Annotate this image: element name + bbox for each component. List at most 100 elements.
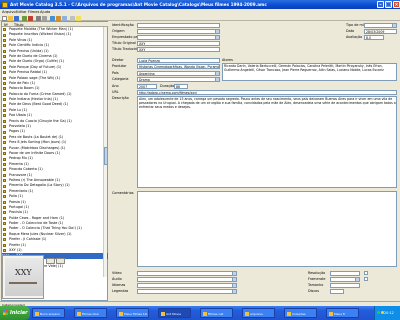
app-icon [286,312,291,316]
chevron-down-icon[interactable] [215,72,219,75]
chevron-down-icon[interactable] [232,290,236,293]
label-url: URL [112,90,119,94]
chevron-down-icon[interactable] [215,30,219,33]
movie-icon [3,157,6,161]
add-movie-icon[interactable] [22,15,27,21]
movie-list[interactable]: Paquete Maldita (The Wicker Man) (1) Paqu… [2,27,108,282]
atores-field[interactable]: Ricardo Darín, Valeria Bertuccelli, Germ… [222,63,397,81]
legendas-field[interactable] [137,289,237,294]
pais-field[interactable]: Argentina [137,71,220,76]
taskbar-item[interactable]: Filmes dow [74,308,107,318]
produtor-field[interactable]: Historias Cinematográficas, Wanda Vision… [137,64,220,69]
movie-icon [3,211,6,215]
movie-icon [3,55,6,59]
tamanho-field[interactable] [330,283,360,288]
header-title[interactable]: Título [14,23,24,27]
url-field[interactable]: http://adoro-cinema.com/filmes/xxy/ [137,90,397,95]
taskbar-item-label: Coleções [292,312,306,317]
taskbar-item[interactable]: Coleções [284,308,317,318]
categoria-field[interactable]: Drama [137,77,220,82]
movie-icon [3,130,6,134]
taskbar-item[interactable]: arquivos [242,308,275,318]
movie-icon [3,200,6,204]
label-avaliacao: Avaliação [346,35,363,39]
descricao-field[interactable]: Alex, um adolescente de 15 anos, carrega… [137,96,397,188]
movie-icon [3,82,6,86]
print-icon[interactable] [42,15,47,21]
movie-icon [3,125,6,129]
identificacao-field[interactable] [137,23,220,28]
menu-filmes[interactable]: Filmes [28,10,39,14]
start-button[interactable]: Iniciar [0,306,30,320]
save-icon[interactable] [14,15,19,21]
resolucao-field[interactable] [330,271,360,276]
scrollbar-thumb[interactable] [104,147,108,165]
chevron-down-icon[interactable] [232,272,236,275]
taskbar-item[interactable]: Meus filmes 19... [116,308,149,318]
new-catalog-icon[interactable] [2,15,7,21]
taskbar-item[interactable]: Meus fi [326,308,359,318]
taskbar-item[interactable]: Novo arquivo [32,308,65,318]
chevron-down-icon[interactable] [215,36,219,39]
checked-checkbox[interactable] [364,271,368,275]
menu-arquivo[interactable]: Arquivo [2,10,16,14]
maximize-button[interactable]: □ [385,1,392,8]
video-field[interactable] [137,271,237,276]
delete-movie-icon[interactable] [28,15,33,21]
taskbar-item[interactable]: Ant Movie [158,308,191,318]
menu-ajuda[interactable]: Ajuda [40,10,50,14]
movie-icon [3,179,6,183]
help-icon[interactable] [76,15,81,21]
label-tamanho: Tamanho [308,283,324,287]
movie-icon [3,38,6,42]
movie-poster: XXY [2,255,44,299]
label-categoria: Categoria [112,77,129,81]
options-icon[interactable] [70,15,75,21]
taskbar-item[interactable]: Filmes cat [200,308,233,318]
import-icon[interactable] [56,15,61,21]
chevron-down-icon[interactable] [215,78,219,81]
data-field[interactable]: 28/03/2009 [364,29,397,34]
origem-field[interactable] [137,29,220,34]
chevron-down-icon[interactable] [232,278,236,281]
ano-field[interactable]: 2007 [137,84,157,89]
movie-icon [3,189,6,193]
chevron-down-icon[interactable] [232,284,236,287]
delete-picture-button[interactable] [56,258,65,264]
label-comentarios: Comentários [112,191,134,195]
label-identificacao: Identificação [112,23,134,27]
duracao-field[interactable]: 86 [174,84,188,89]
script-icon[interactable] [50,15,55,21]
movie-icon [3,119,6,123]
diretor-field[interactable]: Lucia Puenzo [137,58,220,63]
categoria-value: Drama [139,78,150,82]
idiomas-field[interactable] [137,283,237,288]
header-number[interactable]: Nº [4,23,8,27]
discos-field[interactable] [330,289,344,294]
export-icon[interactable] [62,15,67,21]
audio-field[interactable] [137,277,237,282]
movie-icon [3,238,6,242]
menu-editar[interactable]: Editar [16,10,27,14]
movie-icon [3,152,6,156]
comentarios-field[interactable] [137,191,397,267]
close-button[interactable]: × [393,1,400,8]
chevron-down-icon[interactable] [392,24,396,27]
chevron-down-icon[interactable] [355,278,359,281]
list-scrollbar[interactable] [103,27,108,277]
network-icon[interactable] [377,311,380,314]
find-icon[interactable] [36,15,41,21]
app-icon [160,312,165,316]
load-picture-button[interactable] [46,258,55,264]
avaliacao-field[interactable]: 8.0 [364,35,384,40]
movie-icon [3,65,6,69]
titulo-traduzido-field[interactable]: XXY [137,47,220,52]
checked-checkbox[interactable] [364,277,368,281]
framerate-field[interactable] [330,277,360,282]
minimize-button[interactable]: – [377,1,384,8]
label-origem: Origem [112,29,125,33]
open-folder-icon[interactable] [8,15,13,21]
emprestado-field[interactable] [137,35,220,40]
titulo-original-field[interactable]: XXY [137,41,220,46]
tipo-midia-field[interactable] [364,23,397,28]
